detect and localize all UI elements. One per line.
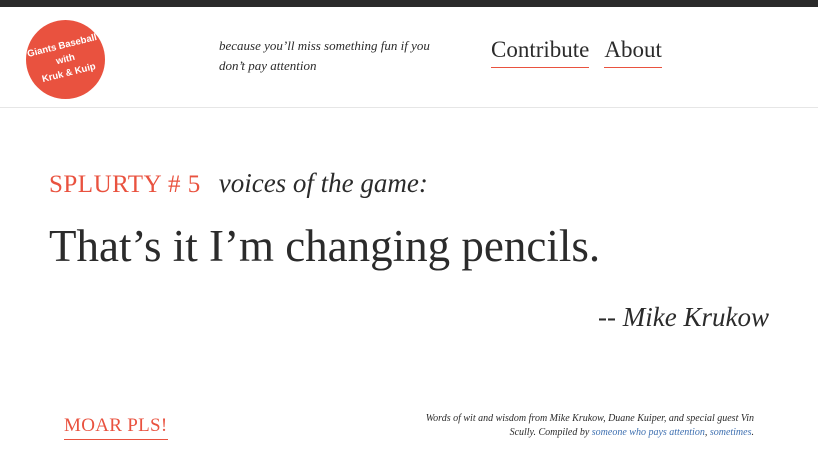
footer-separator: ,	[704, 427, 708, 438]
footer-credits: Words of wit and wisdom from Mike Krukow…	[424, 412, 754, 440]
logo-text: Giants Baseball with Kruk & Kuip	[26, 31, 98, 85]
voices-label: voices of the game:	[218, 168, 428, 198]
quote-author: -- Mike Krukow	[598, 302, 769, 332]
main-nav: Contribute About	[491, 37, 662, 68]
compiler-link[interactable]: someone who pays attention	[592, 427, 705, 438]
nav-about-link[interactable]: About	[604, 37, 662, 68]
splurty-heading: SPLURTY # 5 voices of the game:	[49, 168, 428, 199]
site-logo[interactable]: Giants Baseball with Kruk & Kuip	[26, 20, 105, 99]
quote-text: That’s it I’m changing pencils.	[49, 221, 601, 271]
splurty-number: SPLURTY # 5	[49, 171, 201, 198]
site-header: Giants Baseball with Kruk & Kuip because…	[0, 7, 818, 108]
nav-contribute-link[interactable]: Contribute	[491, 37, 590, 68]
site-tagline: because you’ll miss something fun if you…	[219, 38, 430, 73]
top-bar	[0, 0, 818, 7]
sometimes-link[interactable]: sometimes	[710, 427, 752, 438]
footer-end: .	[751, 427, 755, 438]
moar-button[interactable]: MOAR PLS!	[64, 415, 168, 440]
